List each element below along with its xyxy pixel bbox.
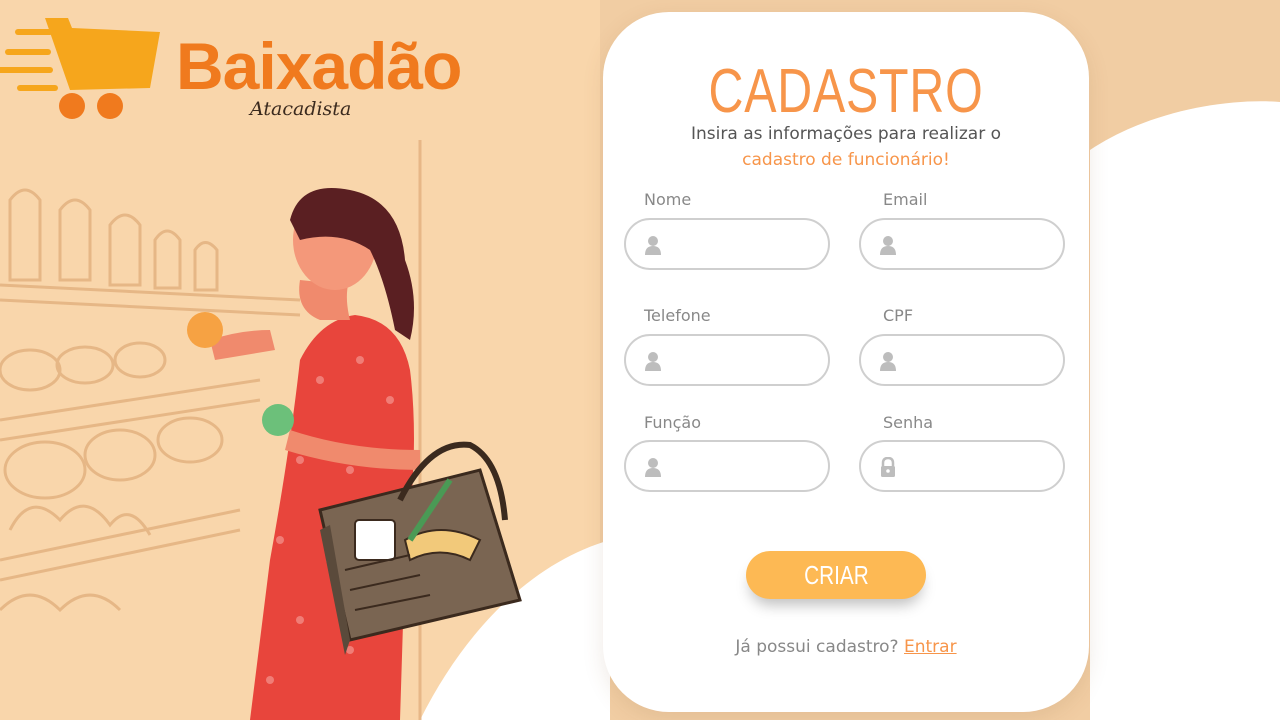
cpf-input[interactable] [907,346,1051,376]
user-icon [645,458,661,477]
brand-name: Baixadão [176,29,462,103]
senha-label: Senha [883,413,934,432]
senha-input[interactable] [907,452,1051,482]
funcao-label: Função [644,413,701,432]
telefone-field[interactable] [624,334,830,386]
telefone-label: Telefone [644,306,711,325]
cpf-label: CPF [883,306,914,325]
user-icon [645,352,661,371]
cpf-field[interactable] [859,334,1065,386]
lock-icon [881,457,895,477]
senha-field[interactable] [859,440,1065,492]
shopping-cart-icon [0,18,160,119]
user-icon [645,236,661,255]
brand-tagline: Atacadista [250,98,352,120]
email-label: Email [883,190,928,209]
criar-button[interactable]: CRIAR [746,551,926,599]
funcao-field[interactable] [624,440,830,492]
login-link[interactable]: Entrar [904,637,957,657]
nome-field[interactable] [624,218,830,270]
login-prompt-line: Já possui cadastro? Entrar [603,637,1089,657]
form-subtitle: Insira as informações para realizar o [691,124,1001,144]
telefone-input[interactable] [672,346,816,376]
registration-card: CADASTRO Insira as informações para real… [603,12,1089,712]
email-field[interactable] [859,218,1065,270]
brand-logo: Baixadão Atacadista [0,10,500,120]
user-icon [880,352,896,371]
criar-button-label: CRIAR [803,559,869,590]
user-icon [880,236,896,255]
email-input[interactable] [907,230,1051,260]
form-subtitle-highlight: cadastro de funcionário! [742,150,950,170]
form-title: CADASTRO [708,57,984,126]
nome-input[interactable] [672,230,816,260]
funcao-input[interactable] [672,452,816,482]
nome-label: Nome [644,190,692,209]
login-prompt: Já possui cadastro? [735,637,899,657]
